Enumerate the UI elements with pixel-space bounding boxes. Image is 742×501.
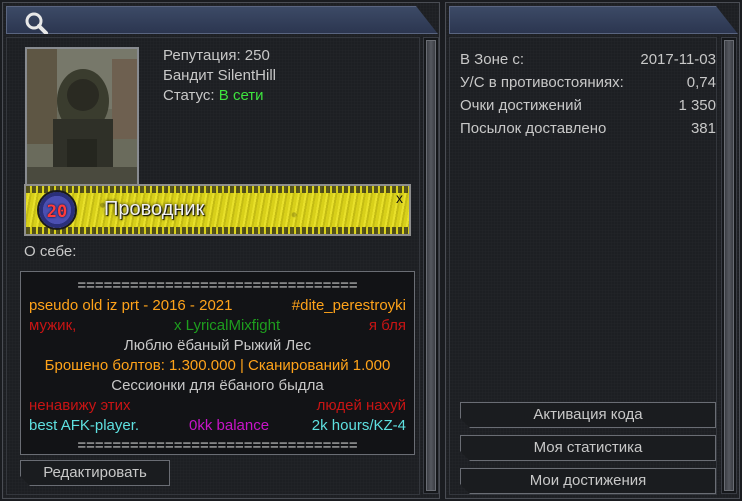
about-row: pseudo old iz prt - 2016 - 2021 #dite_pe… — [29, 296, 406, 316]
profile-titlebar — [6, 6, 438, 34]
stat-row: Очки достижений 1 350 — [460, 94, 716, 117]
about-text: Сессионки для ёбаного быдла — [111, 377, 324, 394]
profile-info: Репутация: 250 Бандит SilentHill Статус:… — [163, 46, 276, 106]
rank-level: 20 — [46, 202, 68, 222]
about-text: людей нахуй — [316, 397, 406, 414]
status-line: Статус: В сети — [163, 86, 276, 106]
about-text: ненавижу этих — [29, 397, 131, 414]
avatar — [25, 47, 139, 187]
about-text: я бля — [368, 317, 406, 334]
my-stats-button[interactable]: Моя статистика — [460, 435, 716, 461]
scrollbar[interactable] — [423, 37, 439, 494]
scrollbar[interactable] — [721, 37, 737, 494]
about-text: pseudo old iz prt - 2016 - 2021 — [29, 297, 233, 314]
about-text-box: ================================ pseudo … — [20, 271, 415, 455]
stats-content: В Зоне с: 2017-11-03 У/С в противостояни… — [449, 37, 717, 495]
stat-label: Очки достижений — [460, 97, 582, 114]
about-label: О себе: — [24, 243, 77, 260]
edit-button[interactable]: Редактировать — [20, 460, 170, 486]
stats-titlebar — [449, 6, 738, 34]
about-row: best AFK-player. 0kk balance 2k hours/KZ… — [29, 416, 406, 436]
my-achievements-button[interactable]: Мои достижения — [460, 468, 716, 494]
about-separator: ================================ — [77, 277, 358, 294]
about-separator: ================================ — [77, 437, 358, 454]
activate-code-button[interactable]: Активация кода — [460, 402, 716, 428]
about-row: Люблю ёбаный Рыжий Лес — [29, 336, 406, 356]
stat-label: В Зоне с: — [460, 51, 525, 68]
stat-label: Посылок доставлено — [460, 120, 607, 137]
reputation: Репутация: 250 — [163, 47, 270, 64]
about-text: 0kk balance — [189, 417, 270, 434]
about-row: ================================ — [29, 436, 406, 456]
scrollbar-thumb[interactable] — [426, 40, 436, 491]
stats-list: В Зоне с: 2017-11-03 У/С в противостояни… — [460, 48, 716, 140]
stat-row: В Зоне с: 2017-11-03 — [460, 48, 716, 71]
player-name: Бандит SilentHill — [163, 67, 276, 84]
stat-value: 0,74 — [686, 74, 716, 91]
status-label: Статус: — [163, 87, 215, 104]
stat-value: 381 — [690, 120, 716, 137]
stat-label: У/С в противостояниях: — [460, 74, 624, 91]
about-row: ненавижу этих людей нахуй — [29, 396, 406, 416]
search-icon[interactable] — [23, 11, 51, 35]
about-text: #dite_perestroyki — [291, 297, 406, 314]
close-icon[interactable]: x — [396, 190, 403, 206]
about-row: ================================ — [29, 276, 406, 296]
stat-value: 1 350 — [678, 97, 716, 114]
about-row: Брошено болтов: 1.300.000 | Сканирований… — [29, 356, 406, 376]
rank-title: Проводник — [104, 198, 205, 220]
rank-bar: 20 Проводник x — [24, 184, 411, 236]
about-text: x LyricalMixfight — [174, 317, 281, 334]
profile-panel: Репутация: 250 Бандит SilentHill Статус:… — [2, 2, 440, 499]
stat-value: 2017-11-03 — [640, 51, 716, 68]
about-row: мужик, x LyricalMixfight я бля — [29, 316, 406, 336]
stat-row: У/С в противостояниях: 0,74 — [460, 71, 716, 94]
rank-badge: 20 — [37, 190, 77, 230]
status-badge: В сети — [218, 87, 264, 104]
about-row: Сессионки для ёбаного быдла — [29, 376, 406, 396]
stats-panel: В Зоне с: 2017-11-03 У/С в противостояни… — [445, 2, 740, 499]
profile-content: Репутация: 250 Бандит SilentHill Статус:… — [6, 37, 420, 495]
about-text: мужик, — [29, 317, 77, 334]
about-text: Люблю ёбаный Рыжий Лес — [123, 337, 312, 354]
scrollbar-thumb[interactable] — [724, 40, 734, 491]
about-text: Брошено болтов: 1.300.000 | Сканирований… — [44, 357, 391, 374]
about-text: 2k hours/KZ-4 — [311, 417, 406, 434]
stat-row: Посылок доставлено 381 — [460, 117, 716, 140]
about-text: best AFK-player. — [29, 417, 140, 434]
